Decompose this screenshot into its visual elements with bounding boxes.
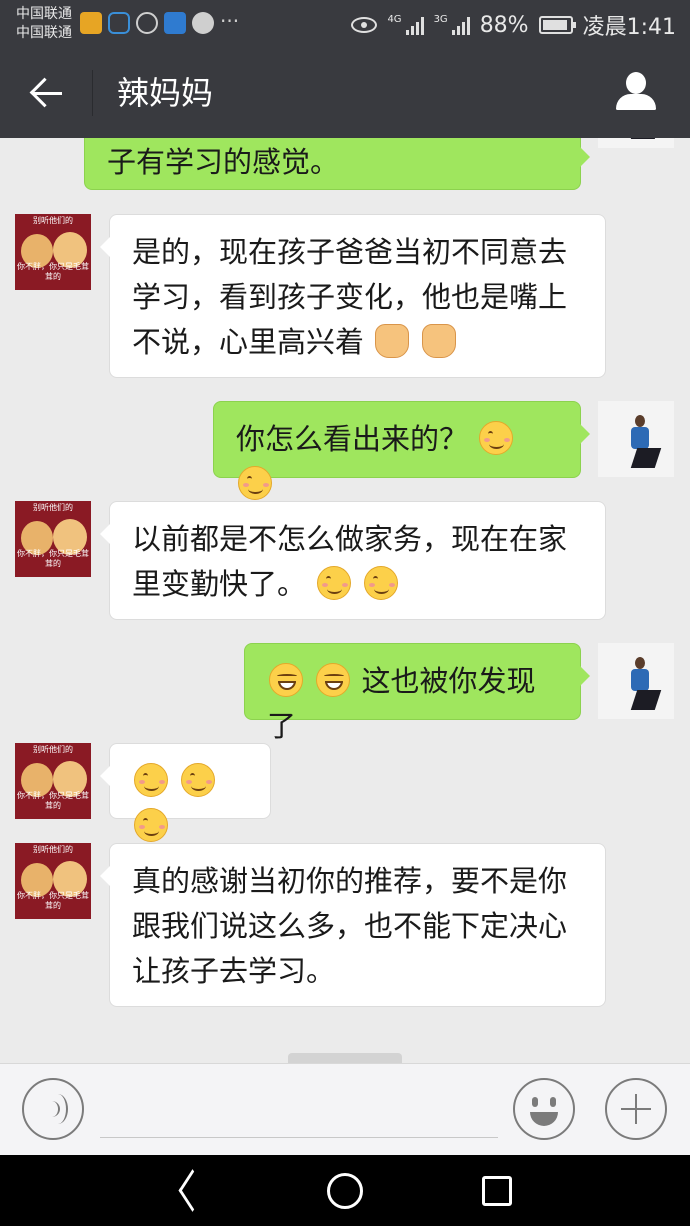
message-bubble-sent[interactable]: 子有学习的感觉。 xyxy=(84,138,590,190)
nav-back-icon[interactable] xyxy=(172,1173,208,1209)
avatar-caption-bottom: 你不胖，你只是毛茸茸的 xyxy=(17,791,89,810)
network-type-2: 3G xyxy=(433,14,448,25)
chat-title: 辣妈妈 xyxy=(117,74,214,112)
avatar-caption-top: 别听他们的 xyxy=(33,216,73,225)
message-bubble-received[interactable]: 是的，现在孩子爸爸当初不同意去学习，看到孩子变化，他也是嘴上不说，心里高兴着 xyxy=(100,214,606,378)
battery-level: 88% xyxy=(479,12,529,38)
contact-avatar[interactable]: 别听他们的 你不胖，你只是毛茸茸的 xyxy=(15,214,91,290)
notification-icons: ··· xyxy=(80,9,240,34)
blush-smile-emoji-icon xyxy=(134,763,168,797)
signal-3g-icon: 3G xyxy=(434,15,470,35)
input-bar xyxy=(0,1063,690,1155)
grin-emoji-icon xyxy=(316,663,351,697)
avatar-caption-top: 别听他们的 xyxy=(33,745,73,754)
lock-notification-icon xyxy=(108,12,130,34)
blush-smile-emoji-icon xyxy=(181,763,216,797)
mail-notification-icon xyxy=(80,12,102,34)
system-status: 4G 3G 88% 凌晨1:41 xyxy=(351,9,676,41)
carrier-2: 中国联通 xyxy=(16,25,72,41)
message-notification-icon xyxy=(192,12,214,34)
blush-smile-emoji-icon xyxy=(238,466,272,500)
message-bubble-sent[interactable]: 你怎么看出来的？ xyxy=(213,401,590,500)
nav-recents-icon[interactable] xyxy=(482,1176,512,1206)
more-notifications-icon: ··· xyxy=(220,9,240,33)
emoji-picker-icon[interactable] xyxy=(513,1078,575,1140)
message-text: 你怎么看出来的？ xyxy=(236,422,469,456)
message-input[interactable] xyxy=(100,1088,498,1138)
avatar-caption-top: 别听他们的 xyxy=(33,503,73,512)
network-type-1: 4G xyxy=(387,14,402,25)
status-bar: 中国联通 中国联通 ··· 4G 3G 88% 凌晨1:41 xyxy=(0,0,690,48)
blush-smile-emoji-icon xyxy=(479,421,514,455)
contact-avatar[interactable]: 别听他们的 你不胖，你只是毛茸茸的 xyxy=(15,743,91,819)
message-bubble-received[interactable]: 真的感谢当初你的推荐，要不是你跟我们说这么多，也不能下定决心让孩子去学习。 xyxy=(100,843,606,1007)
grin-emoji-icon xyxy=(269,663,303,697)
message-text: 这也被你发现了 xyxy=(267,664,536,743)
eye-comfort-icon xyxy=(351,17,378,33)
message-text: 是的，现在孩子爸爸当初不同意去学习，看到孩子变化，他也是嘴上不说，心里高兴着 xyxy=(132,235,568,359)
my-avatar[interactable] xyxy=(598,643,674,719)
blush-smile-emoji-icon xyxy=(364,566,399,600)
victory-hand-emoji-icon xyxy=(375,324,410,358)
nav-home-icon[interactable] xyxy=(327,1173,363,1209)
header-divider xyxy=(92,70,93,116)
avatar-caption-bottom: 你不胖，你只是毛茸茸的 xyxy=(17,891,89,910)
avatar-caption-bottom: 你不胖，你只是毛茸茸的 xyxy=(17,549,89,568)
panel-drag-handle[interactable] xyxy=(288,1053,402,1063)
carrier-1: 中国联通 xyxy=(16,6,72,22)
blush-smile-emoji-icon xyxy=(134,808,168,842)
contact-avatar[interactable]: 别听他们的 你不胖，你只是毛茸茸的 xyxy=(15,501,91,577)
my-avatar[interactable] xyxy=(598,401,674,477)
battery-icon xyxy=(538,16,576,34)
my-avatar[interactable] xyxy=(598,138,674,148)
message-list[interactable]: 子有学习的感觉。 别听他们的 你不胖，你只是毛茸茸的 是的，现在孩子爸爸当初不同… xyxy=(0,138,690,1063)
chat-info-person-icon[interactable] xyxy=(614,72,658,114)
voice-input-icon[interactable] xyxy=(22,1078,84,1140)
blush-smile-emoji-icon xyxy=(317,566,352,600)
chat-header: 辣妈妈 xyxy=(0,48,690,138)
clock: 凌晨1:41 xyxy=(582,15,676,40)
victory-hand-emoji-icon xyxy=(422,324,457,358)
shield-notification-icon xyxy=(164,12,186,34)
hotspot-notification-icon xyxy=(136,12,158,34)
system-navigation-bar xyxy=(0,1155,690,1226)
back-arrow-icon[interactable] xyxy=(22,73,72,113)
message-text: 真的感谢当初你的推荐，要不是你跟我们说这么多，也不能下定决心让孩子去学习。 xyxy=(132,864,568,988)
message-bubble-received[interactable] xyxy=(100,743,271,842)
avatar-caption-top: 别听他们的 xyxy=(33,845,73,854)
carrier-info: 中国联通 中国联通 xyxy=(16,5,72,43)
signal-4g-icon: 4G xyxy=(387,14,424,35)
message-bubble-sent[interactable]: 这也被你发现了 xyxy=(244,643,590,743)
more-actions-plus-icon[interactable] xyxy=(605,1078,667,1140)
message-bubble-received[interactable]: 以前都是不怎么做家务，现在在家里变勤快了。 xyxy=(100,501,606,620)
message-text: 子有学习的感觉。 xyxy=(107,145,340,179)
contact-avatar[interactable]: 别听他们的 你不胖，你只是毛茸茸的 xyxy=(15,843,91,919)
avatar-caption-bottom: 你不胖，你只是毛茸茸的 xyxy=(17,262,89,281)
